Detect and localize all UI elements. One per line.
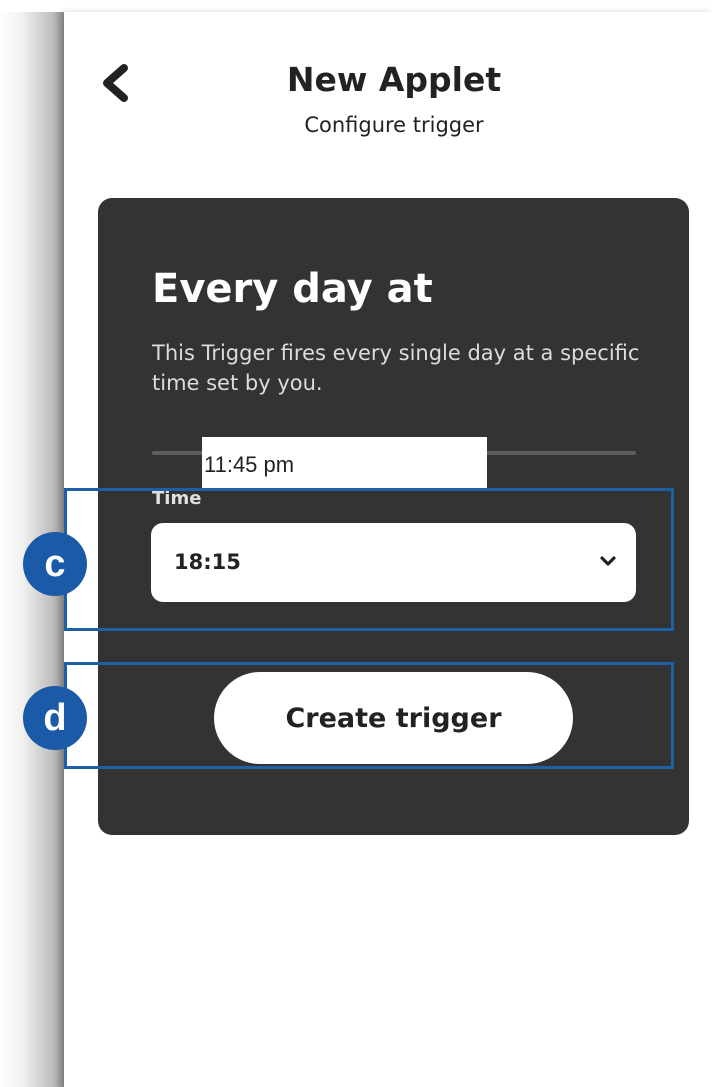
annotation-badge-d: d bbox=[23, 686, 87, 750]
annotation-box-d bbox=[64, 662, 674, 769]
time-tooltip: 11:45 pm bbox=[202, 437, 487, 488]
trigger-description: This Trigger fires every single day at a… bbox=[152, 341, 640, 395]
back-icon[interactable] bbox=[98, 62, 132, 104]
page-subtitle: Configure trigger bbox=[304, 113, 484, 137]
top-strip bbox=[0, 0, 712, 12]
page-title: New Applet bbox=[286, 60, 502, 99]
trigger-title: Every day at bbox=[152, 266, 433, 312]
annotation-box-c bbox=[64, 488, 674, 631]
annotation-badge-c: c bbox=[23, 532, 87, 596]
